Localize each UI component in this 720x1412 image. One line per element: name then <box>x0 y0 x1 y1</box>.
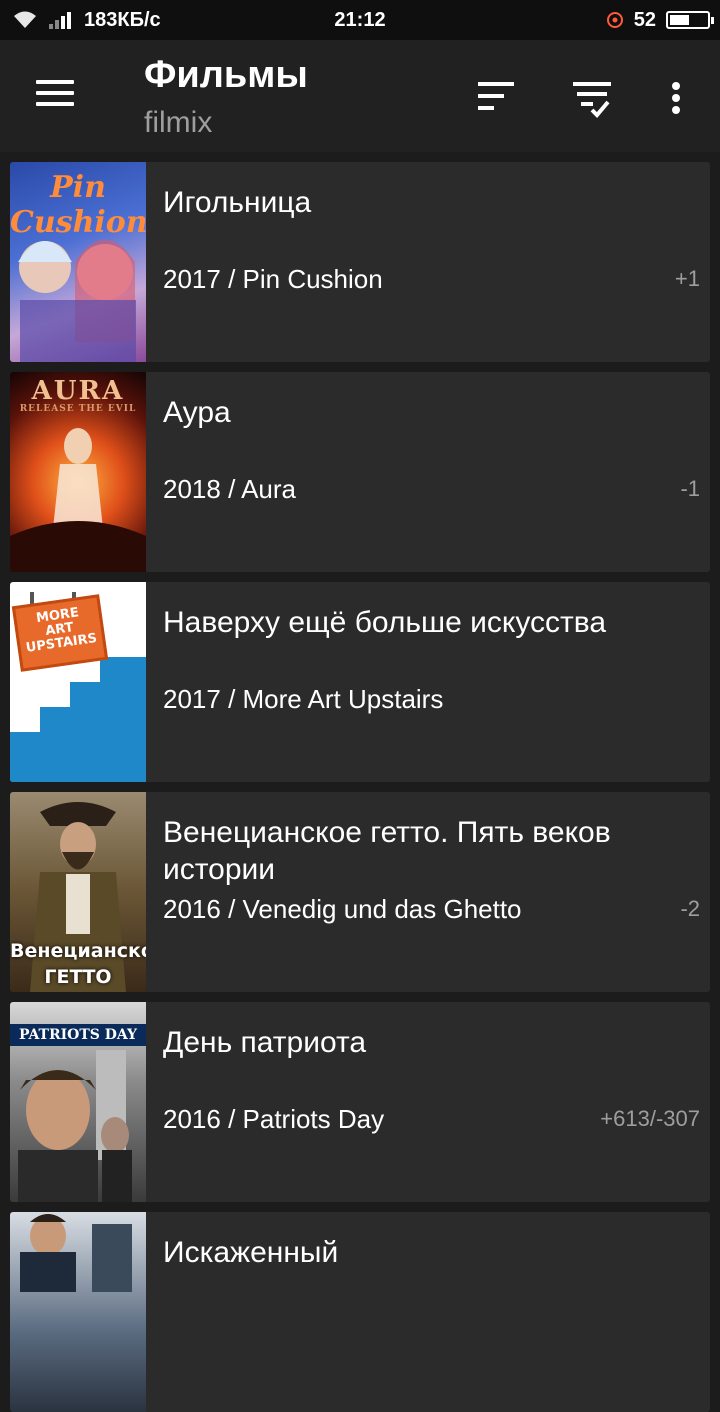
movie-title: Наверху ещё больше искусства <box>163 606 607 639</box>
sort-icon <box>478 82 514 110</box>
hamburger-menu-icon[interactable] <box>36 78 76 110</box>
movie-subtitle: 2016 / Venedig und das Ghetto <box>163 894 522 924</box>
battery-fill <box>670 15 689 25</box>
movie-subtitle: 2016 / Patriots Day <box>163 1104 385 1134</box>
movie-rating: -2 <box>680 896 700 921</box>
movie-title: Венецианское гетто. Пять веков истории <box>163 816 611 886</box>
movie-title: Игольница <box>163 186 312 219</box>
poster-art <box>10 428 146 572</box>
movie-title: Аура <box>163 396 231 429</box>
status-right: 52 <box>606 0 714 40</box>
movie-card[interactable]: MORE ART UPSTAIRS Наверху ещё больше иск… <box>10 582 710 782</box>
movie-rating: +613/-307 <box>600 1106 700 1131</box>
movie-title: Искаженный <box>163 1236 339 1269</box>
poster-title: MORE ART UPSTAIRS <box>24 605 98 656</box>
poster-art <box>18 1050 132 1202</box>
filter-check-icon <box>573 82 611 118</box>
movie-card[interactable]: Венецианское ГЕТТО Венецианское гетто. П… <box>10 792 710 992</box>
movie-card[interactable]: Pin Cushion Игольница 2017 / Pin Cushion… <box>10 162 710 362</box>
battery-percent: 52 <box>633 8 656 31</box>
poster-art <box>20 1214 132 1292</box>
page-title: Фильмы <box>144 54 308 96</box>
poster-art <box>18 239 136 362</box>
poster-title: PATRIOTS DAY <box>10 1024 146 1046</box>
more-options-button[interactable] <box>652 70 700 122</box>
poster-tagline: RELEASE THE EVIL <box>19 404 137 414</box>
movie-subtitle: 2017 / More Art Upstairs <box>163 684 444 714</box>
movie-card[interactable]: Искаженный <box>10 1212 710 1412</box>
page-subtitle: filmix <box>144 106 213 139</box>
movie-poster: Pin Cushion <box>10 162 146 362</box>
movie-poster: PATRIOTS DAY <box>10 1002 146 1202</box>
app-bar: Фильмы filmix <box>0 40 720 152</box>
movie-card[interactable]: PATRIOTS DAY День патриота 2016 / Patrio… <box>10 1002 710 1202</box>
movie-title: День патриота <box>163 1026 367 1059</box>
poster-sign: MORE ART UPSTAIRS <box>11 594 109 672</box>
more-dot <box>672 94 680 102</box>
poster-title: AURA <box>31 376 125 406</box>
alarm-icon <box>606 12 623 28</box>
movie-subtitle: 2018 / Aura <box>163 474 296 504</box>
movie-poster: MORE ART UPSTAIRS <box>10 582 146 782</box>
poster-title: Венецианское ГЕТТО <box>10 940 146 988</box>
movie-subtitle: 2017 / Pin Cushion <box>163 264 383 294</box>
movie-card[interactable]: AURA RELEASE THE EVIL Аура 2018 / Aura -… <box>10 372 710 572</box>
movie-rating: -1 <box>680 476 700 501</box>
more-dot <box>672 106 680 114</box>
status-bar: 183КБ/с 21:12 52 <box>0 0 720 40</box>
movie-rating: +1 <box>674 266 700 291</box>
battery-icon <box>666 11 714 29</box>
movie-poster: Венецианское ГЕТТО <box>10 792 146 992</box>
movie-poster: AURA RELEASE THE EVIL <box>10 372 146 572</box>
sort-button[interactable] <box>472 70 520 122</box>
movie-poster <box>10 1212 146 1412</box>
filter-button[interactable] <box>568 70 616 122</box>
more-vertical-icon <box>672 82 680 90</box>
